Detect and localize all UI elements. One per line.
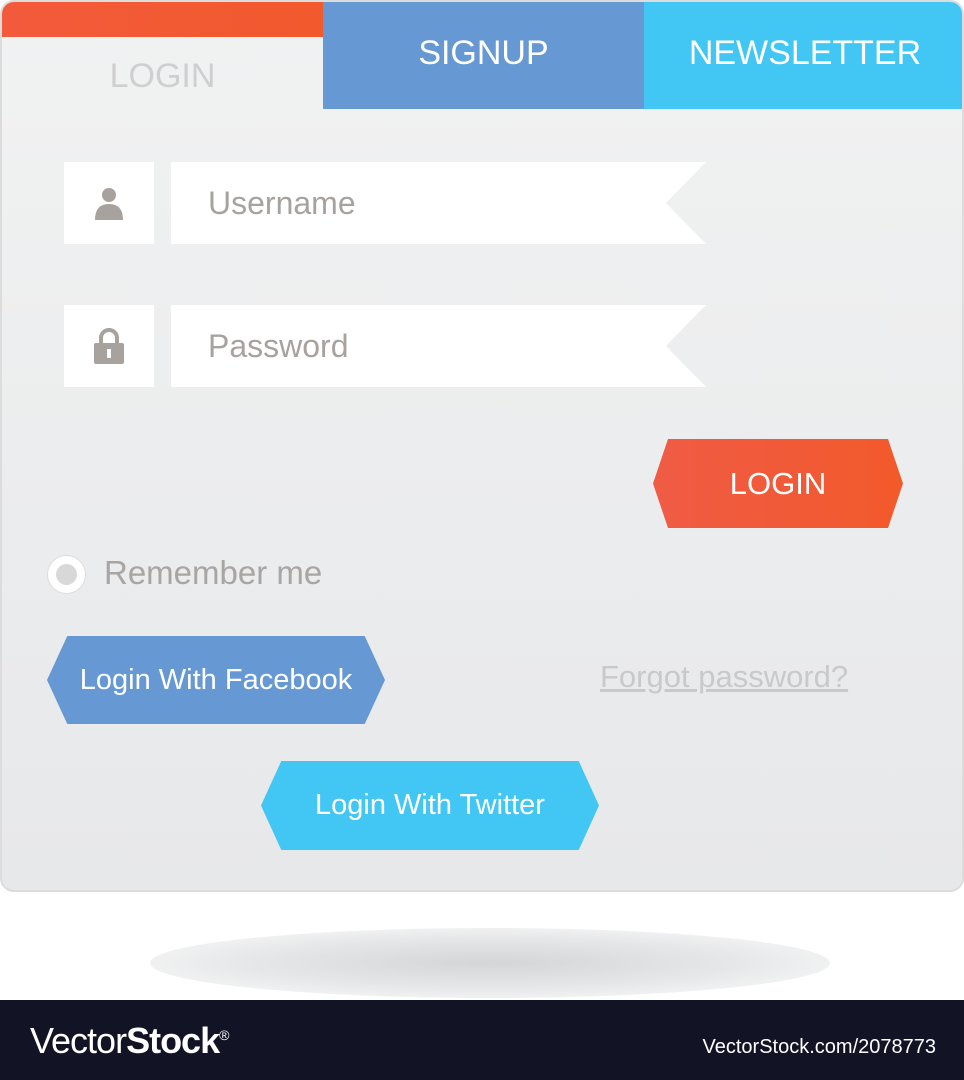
tab-newsletter[interactable]: NEWSLETTER bbox=[644, 2, 962, 109]
remember-me-label[interactable]: Remember me bbox=[104, 554, 322, 592]
tab-login[interactable]: LOGIN bbox=[2, 2, 323, 109]
radio-dot bbox=[56, 564, 77, 585]
remember-me-radio[interactable] bbox=[47, 555, 86, 594]
stock-id: VectorStock.com/2078773 bbox=[702, 1036, 936, 1058]
forgot-password-link[interactable]: Forgot password? bbox=[600, 659, 848, 695]
facebook-login-button[interactable]: Login With Facebook bbox=[47, 636, 385, 724]
watermark-footer: VectorStock® VectorStock.com/2078773 bbox=[0, 1000, 964, 1080]
login-panel: LOGIN SIGNUP NEWSLETTER Username Passwor… bbox=[0, 0, 964, 892]
username-input[interactable]: Username bbox=[171, 162, 706, 244]
login-button[interactable]: LOGIN bbox=[653, 439, 903, 528]
lock-icon bbox=[64, 305, 154, 387]
vectorstock-logo: VectorStock® bbox=[30, 1020, 229, 1061]
password-input[interactable]: Password bbox=[171, 305, 706, 387]
panel-shadow bbox=[150, 928, 830, 998]
user-icon bbox=[64, 162, 154, 244]
tab-signup[interactable]: SIGNUP bbox=[323, 2, 644, 109]
twitter-login-button[interactable]: Login With Twitter bbox=[261, 761, 599, 850]
